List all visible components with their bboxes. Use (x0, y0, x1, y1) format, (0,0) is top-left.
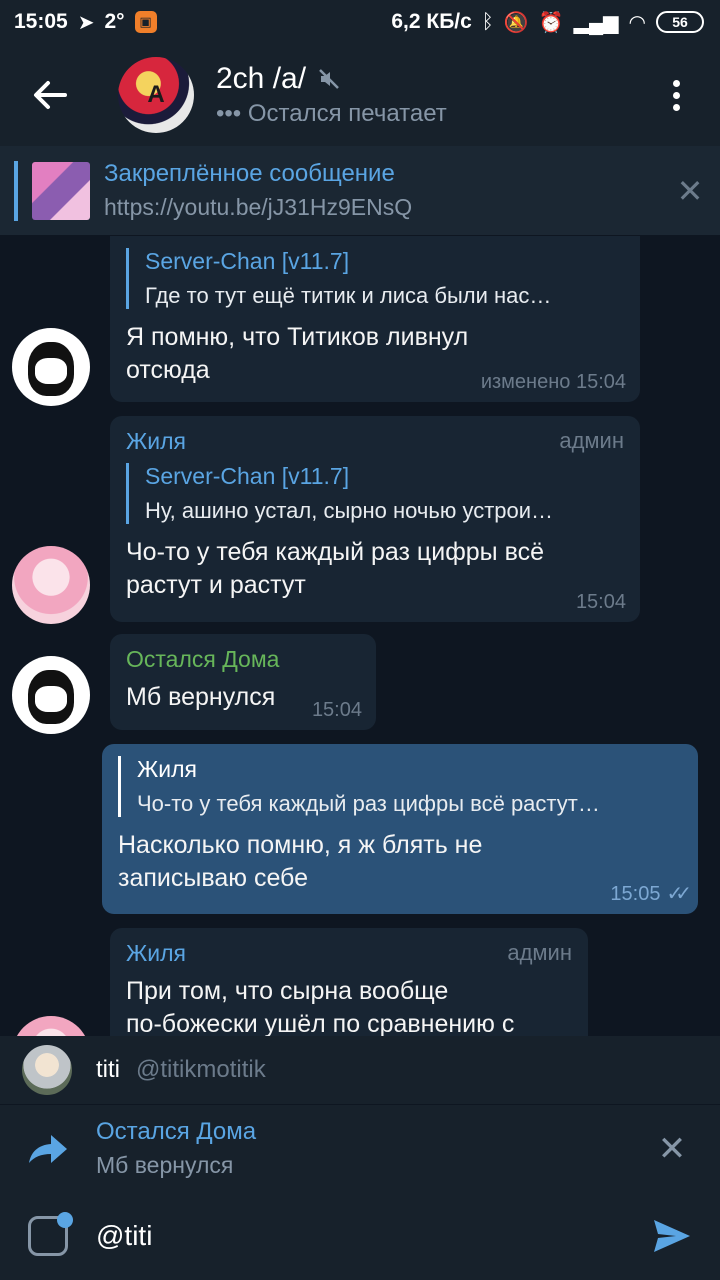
send-icon (654, 1220, 690, 1252)
wifi-icon: ◠ (628, 11, 646, 34)
sender-name[interactable]: Жиля (126, 940, 186, 967)
message-input[interactable] (96, 1220, 624, 1252)
reply-text: Чо-то у тебя каждый раз цифры всё растут… (137, 791, 600, 816)
message-bubble[interactable]: Остался Дома Мб вернулся 15:04 (110, 634, 376, 730)
status-time: 15:05 (14, 10, 68, 33)
mention-suggestion[interactable]: titi @titikmotitik (0, 1036, 720, 1104)
reply-author: Жиля (137, 756, 197, 782)
bluetooth-icon: ᛒ (481, 10, 494, 33)
reply-quote[interactable]: Server-Chan [v11.7] Где то тут ещё титик… (126, 248, 624, 309)
read-checks-icon: ✓✓ (666, 883, 691, 905)
chat-title: 2ch /a/ (216, 62, 307, 95)
message-text: Насколько помню, я ж блять не записываю … (118, 831, 483, 892)
cancel-reply-button[interactable]: ✕ (624, 1129, 720, 1169)
sender-name[interactable]: Жиля (126, 428, 186, 455)
new-stickers-badge (57, 1212, 73, 1228)
avatar[interactable] (12, 328, 90, 406)
message-input-bar (0, 1192, 720, 1280)
network-speed: 6,2 КБ/с (391, 10, 472, 33)
close-icon: ✕ (657, 1129, 687, 1168)
message-text: При том, что сырна вообще по-божески ушё… (126, 977, 515, 1036)
signal-icon: ▂▄▆ (573, 11, 619, 34)
avatar[interactable] (12, 1016, 90, 1036)
reply-author: Server-Chan [v11.7] (145, 463, 350, 489)
status-bar: 15:05 ➤ 2° ▣ 6,2 КБ/с ᛒ 🔕 ⏰ ▂▄▆ ◠ 56 (0, 0, 720, 44)
mute-icon: 🔕 (503, 11, 529, 34)
reply-text: Ну, ашино устал, сырно ночью устрои… (145, 498, 554, 523)
dot-icon (672, 91, 680, 99)
outgoing-message-bubble[interactable]: Жиля Чо-то у тебя каждый раз цифры всё р… (102, 744, 698, 914)
pinned-message[interactable]: Закреплённое сообщение https://youtu.be/… (0, 146, 720, 236)
reply-quote[interactable]: Жиля Чо-то у тебя каждый раз цифры всё р… (118, 756, 682, 817)
message-time: изменено 15:04 (480, 371, 626, 393)
pinned-thumbnail (32, 161, 90, 220)
close-pinned-button[interactable]: ✕ (660, 172, 720, 210)
chat-header: A 2ch /a/ ••• Остался печатает (0, 44, 720, 146)
muted-icon (319, 69, 339, 89)
message-bubble[interactable]: Server-Chan [v11.7] Где то тут ещё титик… (110, 236, 640, 402)
typing-status: ••• Остался печатает (216, 100, 447, 127)
avatar (22, 1045, 72, 1095)
admin-badge: админ (507, 940, 572, 965)
sender-name[interactable]: Остался Дома (126, 646, 279, 673)
sticker-button[interactable] (0, 1212, 96, 1256)
reply-quote[interactable]: Server-Chan [v11.7] Ну, ашино устал, сыр… (126, 463, 624, 524)
status-temperature: 2° (104, 10, 125, 33)
alarm-icon: ⏰ (538, 11, 564, 34)
app-notification-icon: ▣ (134, 11, 157, 33)
message-time: 15:04 (311, 699, 362, 721)
chat-title-area[interactable]: 2ch /a/ ••• Остался печатает (216, 62, 648, 128)
dot-icon (672, 103, 680, 111)
message-text: Чо-то у тебя каждый раз цифры всё растут… (126, 538, 544, 599)
mention-username: @titikmotitik (136, 1056, 266, 1083)
close-icon: ✕ (676, 172, 704, 209)
more-menu-button[interactable] (648, 44, 704, 146)
chat-avatar[interactable]: A (118, 57, 194, 133)
reply-author: Server-Chan [v11.7] (145, 248, 350, 274)
telegram-icon: ➤ (77, 11, 95, 34)
mention-name: titi (96, 1056, 120, 1083)
battery-icon: 56 (656, 11, 704, 33)
pinned-title: Закреплённое сообщение (104, 160, 395, 187)
avatar[interactable] (12, 656, 90, 734)
message-list[interactable]: Server-Chan [v11.7] Где то тут ещё титик… (0, 236, 720, 1036)
reply-preview-text: Мб вернулся (96, 1152, 234, 1178)
reply-preview-bar: Остался Дома Мб вернулся ✕ (0, 1104, 720, 1192)
message-time: 15:04 (575, 591, 626, 613)
reply-text: Где то тут ещё титик и лиса были нас… (145, 283, 552, 308)
back-button[interactable] (0, 44, 100, 146)
dot-icon (672, 79, 680, 87)
reply-arrow-icon (0, 1133, 96, 1165)
pinned-link: https://youtu.be/jJ31Hz9ENsQ (104, 194, 413, 220)
pinned-indicator (14, 160, 18, 221)
message-time: 15:05 ✓✓ (610, 883, 691, 905)
reply-preview-author: Остался Дома (96, 1118, 257, 1145)
send-button[interactable] (624, 1218, 720, 1254)
arrow-left-icon (34, 81, 67, 109)
admin-badge: админ (559, 428, 624, 453)
avatar[interactable] (12, 546, 90, 624)
message-bubble[interactable]: Жиля админ Server-Chan [v11.7] Ну, ашино… (110, 416, 640, 622)
message-bubble[interactable]: Жиля админ При том, что сырна вообще по-… (110, 928, 588, 1036)
